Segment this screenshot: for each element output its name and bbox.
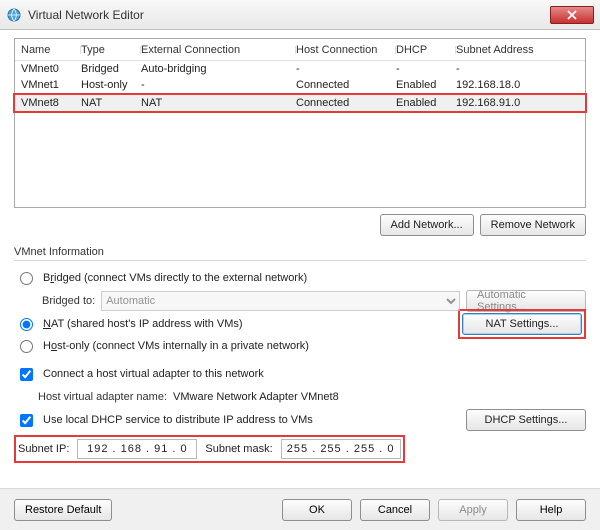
- highlight-annotation: VMnet8 NAT NAT Connected Enabled 192.168…: [13, 93, 587, 113]
- hostonly-label: Host-only (connect VMs internally in a p…: [43, 340, 309, 352]
- apply-button: Apply: [438, 499, 508, 521]
- connect-adapter-label: Connect a host virtual adapter to this n…: [43, 368, 264, 380]
- connect-adapter-checkbox[interactable]: [20, 368, 33, 381]
- table-header-row: Name Type External Connection Host Conne…: [15, 39, 585, 61]
- table-row[interactable]: VMnet0 Bridged Auto-bridging - - -: [15, 61, 585, 77]
- bridged-radio-line[interactable]: Bridged (connect VMs directly to the ext…: [14, 267, 586, 289]
- app-icon: [6, 7, 22, 23]
- connect-adapter-line[interactable]: Connect a host virtual adapter to this n…: [14, 363, 586, 385]
- highlight-annotation: Subnet IP: 192 . 168 . 91 . 0 Subnet mas…: [14, 435, 405, 463]
- titlebar: Virtual Network Editor: [0, 0, 600, 30]
- bridged-to-label: Bridged to:: [42, 295, 95, 307]
- cancel-button[interactable]: Cancel: [360, 499, 430, 521]
- hostonly-radio[interactable]: [20, 340, 33, 353]
- network-table[interactable]: Name Type External Connection Host Conne…: [14, 38, 586, 208]
- use-dhcp-line[interactable]: Use local DHCP service to distribute IP …: [14, 409, 586, 431]
- nat-settings-button[interactable]: NAT Settings...: [462, 313, 582, 335]
- add-network-button[interactable]: Add Network...: [380, 214, 474, 236]
- bridged-to-select: Automatic: [101, 291, 460, 311]
- nat-radio-line[interactable]: NAT (shared host's IP address with VMs) …: [14, 313, 586, 335]
- subnet-mask-input[interactable]: 255 . 255 . 255 . 0: [281, 439, 401, 459]
- remove-network-button[interactable]: Remove Network: [480, 214, 586, 236]
- ok-button[interactable]: OK: [282, 499, 352, 521]
- subnet-ip-label: Subnet IP:: [18, 443, 69, 455]
- vmnet-info-label: VMnet Information: [14, 246, 586, 258]
- table-row[interactable]: VMnet8 NAT NAT Connected Enabled 192.168…: [15, 95, 585, 111]
- col-name[interactable]: Name: [21, 44, 81, 56]
- use-dhcp-checkbox[interactable]: [20, 414, 33, 427]
- close-icon: [567, 10, 577, 20]
- adapter-name-label: Host virtual adapter name:: [38, 391, 167, 403]
- col-type[interactable]: Type: [81, 44, 141, 56]
- use-dhcp-label: Use local DHCP service to distribute IP …: [43, 414, 313, 426]
- col-subnet[interactable]: Subnet Address: [456, 44, 576, 56]
- col-dhcp[interactable]: DHCP: [396, 44, 456, 56]
- subnet-mask-label: Subnet mask:: [205, 443, 272, 455]
- bridged-label: Bridged (connect VMs directly to the ext…: [43, 272, 307, 284]
- col-host[interactable]: Host Connection: [296, 44, 396, 56]
- highlight-annotation: NAT Settings...: [458, 309, 586, 339]
- help-button[interactable]: Help: [516, 499, 586, 521]
- restore-default-button[interactable]: Restore Default: [14, 499, 112, 521]
- subnet-ip-input[interactable]: 192 . 168 . 91 . 0: [77, 439, 197, 459]
- dhcp-settings-button[interactable]: DHCP Settings...: [466, 409, 586, 431]
- window-close-button[interactable]: [550, 6, 594, 24]
- col-ext[interactable]: External Connection: [141, 44, 296, 56]
- adapter-name-value: VMware Network Adapter VMnet8: [173, 391, 339, 403]
- bridged-radio[interactable]: [20, 272, 33, 285]
- nat-label: NAT (shared host's IP address with VMs): [43, 318, 243, 330]
- dialog-footer: Restore Default OK Cancel Apply Help: [0, 488, 600, 530]
- table-row[interactable]: VMnet1 Host-only - Connected Enabled 192…: [15, 77, 585, 93]
- window-title: Virtual Network Editor: [28, 8, 144, 22]
- nat-radio[interactable]: [20, 318, 33, 331]
